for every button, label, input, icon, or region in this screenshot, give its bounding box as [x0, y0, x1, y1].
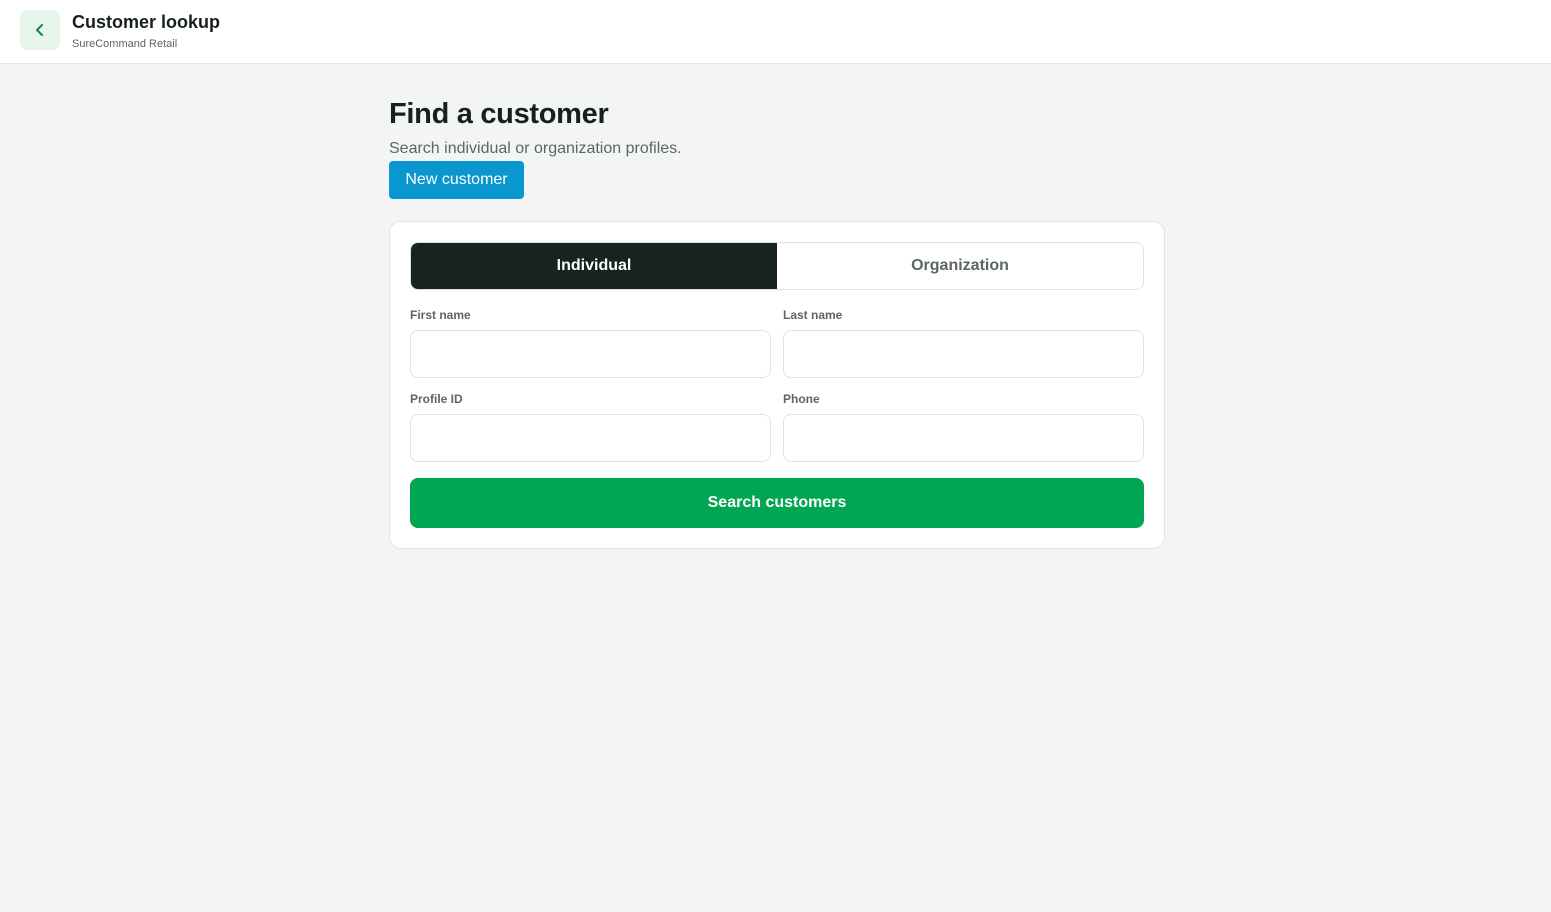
profile-id-input[interactable]: [410, 414, 771, 462]
top-bar: Customer lookup SureCommand Retail: [0, 0, 1551, 64]
last-name-input[interactable]: [783, 330, 1144, 378]
new-customer-button[interactable]: New customer: [389, 161, 524, 199]
first-name-label: First name: [410, 308, 471, 322]
back-button[interactable]: [20, 10, 60, 50]
customer-type-tabs: Individual Organization: [410, 242, 1144, 290]
app-subtitle: SureCommand Retail: [72, 38, 178, 50]
search-customers-button[interactable]: Search customers: [410, 478, 1144, 528]
phone-input[interactable]: [783, 414, 1144, 462]
app-title: Customer lookup: [72, 12, 221, 32]
first-name-input[interactable]: [410, 330, 771, 378]
tab-individual[interactable]: Individual: [411, 243, 777, 289]
page-title: Find a customer: [389, 98, 609, 130]
page-description: Search individual or organization profil…: [389, 140, 682, 157]
tab-organization[interactable]: Organization: [777, 243, 1143, 289]
profile-id-label: Profile ID: [410, 392, 463, 406]
phone-label: Phone: [783, 392, 820, 406]
chevron-left-icon: [32, 22, 48, 38]
search-card: Individual Organization First name Last …: [389, 221, 1165, 549]
last-name-label: Last name: [783, 308, 843, 322]
